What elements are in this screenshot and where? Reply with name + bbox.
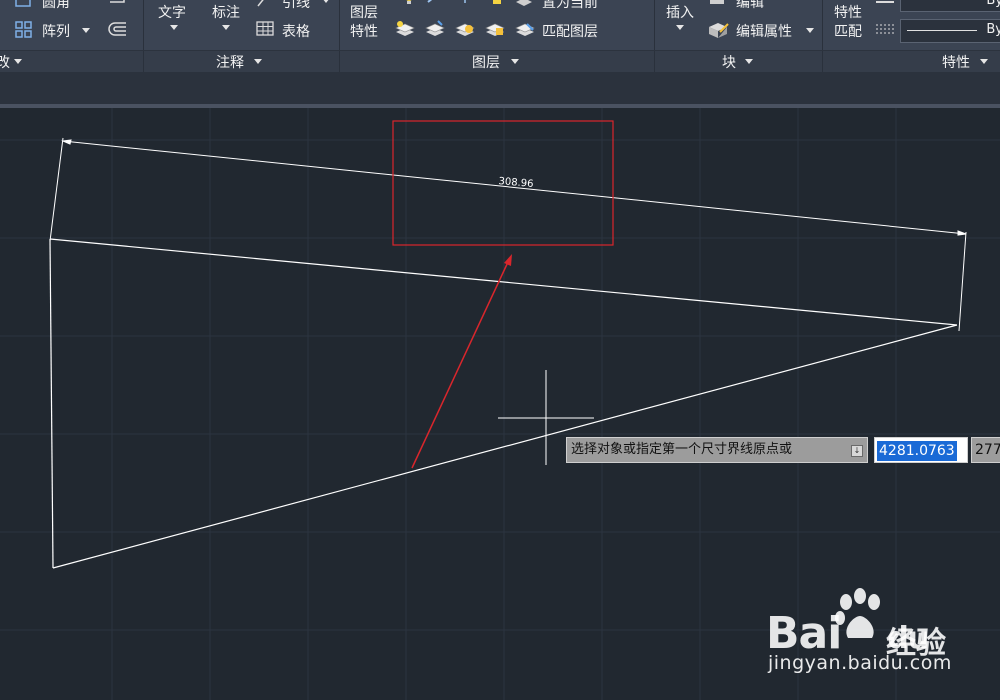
offset2-icon[interactable]	[106, 20, 130, 40]
lineweight-select[interactable]: By	[900, 0, 1000, 12]
dimension-button[interactable]: 标注	[212, 2, 240, 22]
linetype-value: By	[986, 22, 1000, 37]
edit-attributes-dropdown-icon[interactable]	[806, 28, 814, 33]
edit-attributes-icon[interactable]	[706, 20, 730, 40]
coordinate-y-input[interactable]: 277	[971, 437, 1000, 463]
modify-panel-label[interactable]: 改	[0, 52, 10, 72]
lineweight-value: By	[986, 0, 1000, 8]
insert-dropdown-icon[interactable]	[676, 25, 684, 30]
layer-properties-line2[interactable]: 特性	[350, 21, 378, 41]
layers-panel-label[interactable]: 图层	[472, 52, 500, 72]
text-button[interactable]: 文字	[158, 2, 186, 22]
watermark-url: jingyan.baidu.com	[768, 652, 952, 674]
annotation-panel-label[interactable]: 注释	[216, 52, 244, 72]
text-dropdown-icon[interactable]	[170, 25, 178, 30]
file-tab-bar	[0, 72, 1000, 104]
match-layer-button[interactable]: 匹配图层	[542, 21, 598, 41]
coordinate-x-value: 4281.0763	[877, 441, 957, 461]
array-icon[interactable]	[14, 20, 34, 40]
prompt-options-icon[interactable]: ↓	[851, 445, 863, 457]
array-dropdown-icon[interactable]	[82, 28, 90, 33]
edit-attributes-button[interactable]: 编辑属性	[736, 21, 792, 41]
layer-off-icon[interactable]	[394, 20, 416, 38]
coordinate-x-input[interactable]: 4281.0763	[874, 437, 968, 463]
ribbon-panel-labels: 改 注释 图层 块 特性	[0, 50, 1000, 73]
linetype-select[interactable]: By	[900, 19, 1000, 43]
match-layer-icon[interactable]	[514, 20, 536, 38]
layer-isolate-icon[interactable]	[454, 20, 476, 38]
modify-panel-expand-icon[interactable]	[14, 59, 22, 64]
layers-panel-expand-icon[interactable]	[511, 59, 519, 64]
snowflake-icon[interactable]	[458, 0, 472, 6]
set-current-icon[interactable]	[514, 0, 534, 6]
block-edit-icon[interactable]	[708, 0, 728, 6]
prompt-text: 选择对象或指定第一个尺寸界线原点或	[571, 442, 793, 457]
table-icon[interactable]	[256, 21, 274, 37]
set-current-button[interactable]: 置为当前	[542, 0, 598, 12]
leader-button[interactable]: 引线	[282, 0, 310, 12]
fillet-button[interactable]: 圆角	[42, 0, 70, 12]
layer-properties-line1[interactable]: 图层	[350, 2, 378, 22]
lineweight-icon	[876, 1, 894, 3]
properties-panel-label[interactable]: 特性	[942, 52, 970, 72]
properties-panel-expand-icon[interactable]	[980, 59, 988, 64]
array-button[interactable]: 阵列	[42, 21, 70, 41]
block-panel-expand-icon[interactable]	[745, 59, 753, 64]
insert-button[interactable]: 插入	[666, 2, 694, 22]
freeze-icon[interactable]	[426, 0, 442, 6]
match-properties-line2[interactable]: 匹配	[834, 21, 862, 41]
offset-icon[interactable]	[106, 0, 128, 8]
ribbon: 圆角 阵列 文字 标注 引线 表格 图层 特性 置为当前 匹配图层 插入 编辑 …	[0, 0, 1000, 73]
block-panel-label[interactable]: 块	[722, 52, 736, 72]
leader-icon[interactable]	[256, 0, 270, 8]
annotation-panel-expand-icon[interactable]	[254, 59, 262, 64]
match-properties-line1[interactable]: 特性	[834, 2, 862, 22]
lightbulb-icon[interactable]	[402, 0, 416, 6]
aligned-dimension[interactable]	[49, 137, 967, 332]
dimension-dropdown-icon[interactable]	[222, 25, 230, 30]
lock-icon[interactable]	[490, 0, 504, 6]
linetype-icon	[876, 24, 894, 34]
dynamic-input-prompt: 选择对象或指定第一个尺寸界线原点或 ↓	[566, 437, 868, 463]
layer-lock-icon[interactable]	[484, 20, 506, 38]
fillet-icon[interactable]	[14, 0, 34, 10]
block-edit-button[interactable]: 编辑	[736, 0, 764, 12]
leader-dropdown-icon[interactable]	[322, 0, 330, 3]
coordinate-y-value: 277	[975, 442, 1000, 458]
baidu-watermark: Bai du 经验 jingyan.baidu.com	[766, 588, 996, 688]
table-button[interactable]: 表格	[282, 21, 310, 41]
linetype-sample	[907, 30, 977, 31]
layer-freeze-icon[interactable]	[424, 20, 446, 38]
annotation-arrow	[411, 254, 512, 469]
